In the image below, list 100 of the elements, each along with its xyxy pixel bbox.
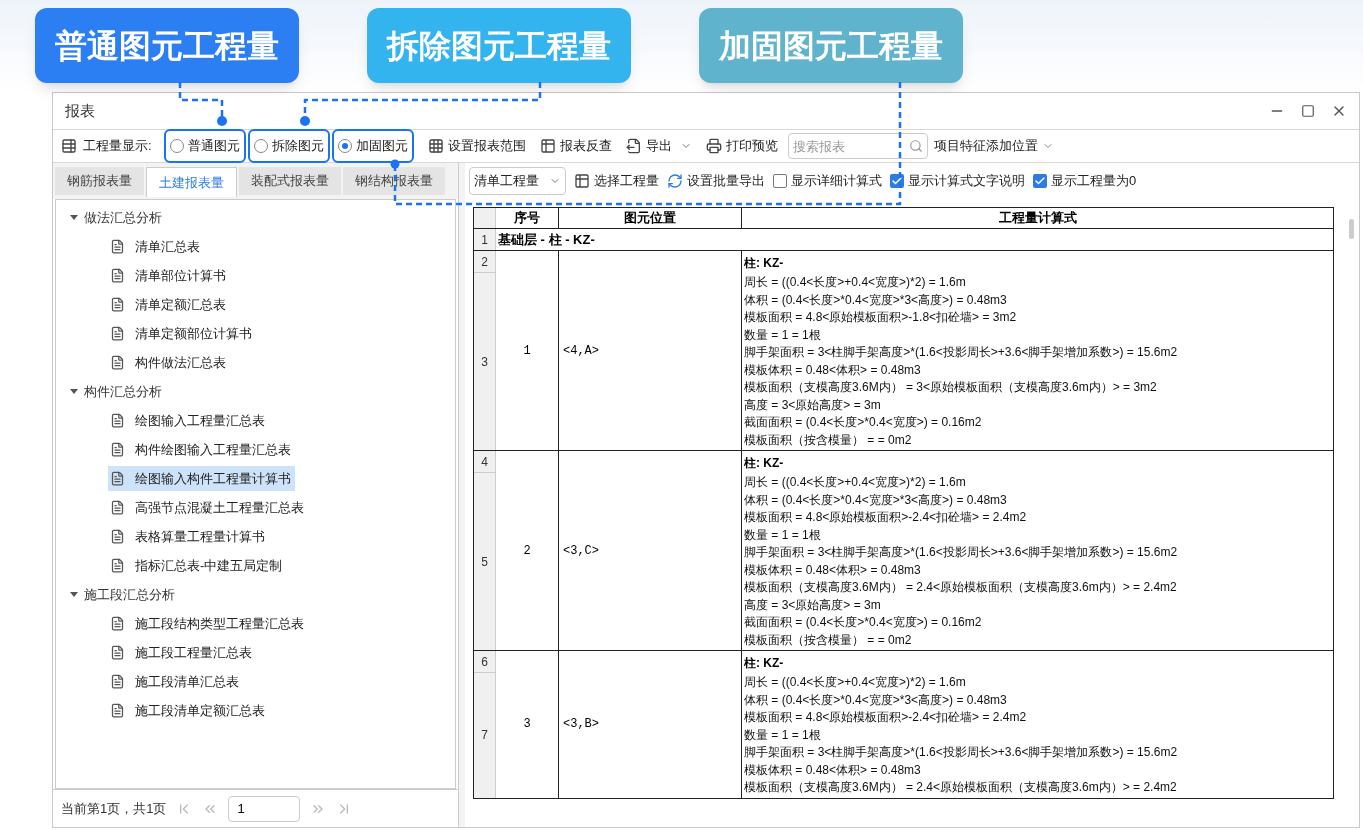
search-icon (908, 139, 923, 153)
formula-line: 体积 = (0.4<长度>*0.4<宽度>*3<高度>) = 0.48m3 (744, 491, 1008, 509)
document-icon (110, 239, 125, 254)
document-icon (110, 645, 125, 660)
tree-item[interactable]: 构件绘图输入工程量汇总表 (108, 437, 295, 462)
checkbox[interactable]: 显示计算式文字说明 (890, 171, 1025, 191)
document-icon (110, 326, 125, 341)
position-dropdown[interactable]: 项目特征添加位置 (933, 136, 1054, 156)
quantity-select[interactable]: 清单工程量 (469, 167, 566, 195)
formula-line: 脚手架面积 = 3<柱脚手架高度>*(1.6<投影周长>+3.6<脚手架增加系数>) = 15.6m2 (744, 344, 1179, 361)
column-header: 序号 (496, 208, 559, 228)
printer-icon (705, 138, 722, 154)
table-cell: 2 (496, 451, 559, 650)
connector-line (178, 82, 227, 126)
tree-item[interactable]: 清单定额汇总表 (108, 292, 230, 317)
page-info: 当前第1页，共1页 (61, 799, 167, 818)
formula-title: 柱: KZ- (744, 655, 785, 672)
formula-line: 周长 = ((0.4<长度>+0.4<宽度>)*2) = 1.6m (744, 474, 967, 491)
tab[interactable]: 钢筋报表量 (55, 167, 144, 195)
group-row-title: 基础层 - 柱 - KZ- (497, 230, 596, 249)
tree-item[interactable]: 绘图输入构件工程量计算书 (108, 466, 295, 491)
row-number: 6 (474, 651, 495, 673)
formula-line: 模板面积 = 4.8<原始模板面积>-1.8<扣砼墙> = 3m2 (744, 309, 1018, 326)
formula-line: 模板面积（支模高度3.6M内） = 2.4<原始模板面积（支模高度3.6m内）> = 2.4m2 (744, 779, 1178, 796)
search-field[interactable]: 搜索报表 (787, 133, 928, 159)
toolbar-button[interactable]: 设置批量导出 (667, 171, 765, 191)
tree-item[interactable]: 高强节点混凝土工程量汇总表 (108, 495, 308, 520)
table-cell: 1 (496, 251, 559, 450)
tab[interactable]: 装配式报表量 (239, 167, 341, 195)
row-number: 4 (474, 451, 495, 473)
page-field[interactable]: 1 (228, 795, 301, 822)
formula-line: 模板面积 = 4.8<原始模板面积>-2.4<扣砼墙> = 2.4m2 (744, 509, 1028, 526)
toolbar-button[interactable]: 报表反查 (539, 136, 612, 156)
formula-line: 脚手架面积 = 3<柱脚手架高度>*(1.6<投影周长>+3.6<脚手架增加系数>) = 15.6m2 (744, 544, 1179, 561)
tree-item[interactable]: 施工段工程量汇总表 (108, 640, 256, 665)
document-icon (110, 529, 125, 544)
radio-button[interactable]: 拆除图元 (253, 136, 324, 156)
tree-item[interactable]: 清单部位计算书 (108, 263, 230, 288)
row-number: 7 (480, 727, 489, 745)
checkbox[interactable]: 显示详细计算式 (773, 171, 882, 191)
tree-group[interactable]: 施工段汇总分析 (56, 580, 455, 609)
formula-line: 模板面积（按含模量） = = 0m2 (744, 431, 913, 449)
formula-line: 脚手架面积 = 3<柱脚手架高度>*(1.6<投影周长>+3.6<脚手架增加系数>) = 15.6m2 (744, 744, 1179, 761)
formula-line: 截面面积 = (0.4<长度>*0.4<宽度>) = 0.16m2 (744, 614, 983, 631)
formula-line: 数量 = 1 = 1根 (744, 326, 822, 344)
document-icon (110, 297, 125, 312)
formula-line: 体积 = (0.4<长度>*0.4<宽度>*3<高度>) = 0.48m3 (744, 691, 1008, 709)
toolbar-button[interactable]: 打印预览 (705, 136, 778, 156)
tree-item[interactable]: 施工段结构类型工程量汇总表 (108, 611, 308, 636)
document-icon (110, 268, 125, 283)
tree-item[interactable]: 绘图输入工程量汇总表 (108, 408, 269, 433)
formula-line: 周长 = ((0.4<长度>+0.4<宽度>)*2) = 1.6m (744, 674, 967, 691)
scrollbar-thumb[interactable] (1348, 219, 1354, 239)
tree-item[interactable]: 清单汇总表 (108, 234, 204, 259)
formula-line: 体积 = (0.4<长度>*0.4<宽度>*3<高度>) = 0.48m3 (744, 291, 1008, 309)
document-icon (110, 500, 125, 515)
export-icon (625, 138, 642, 154)
header-corner (474, 208, 496, 228)
formula-line: 周长 = ((0.4<长度>+0.4<宽度>)*2) = 1.6m (744, 274, 967, 291)
checkbox[interactable]: 显示工程量为0 (1033, 171, 1137, 191)
grid-icon (427, 138, 444, 154)
radio-button[interactable]: 普通图元 (169, 136, 240, 156)
row-number: 2 (474, 251, 495, 273)
formula-line: 高度 = 3<原始高度> = 3m (744, 596, 882, 614)
document-icon (110, 471, 125, 486)
tree-item[interactable]: 指标汇总表-中建五局定制 (108, 553, 287, 578)
toolbar-button[interactable]: 选择工程量 (574, 171, 659, 191)
row-number: 1 (474, 229, 496, 250)
table-cell: <3,C> (559, 451, 742, 650)
tree-group[interactable]: 构件汇总分析 (56, 377, 455, 406)
document-icon (110, 674, 125, 689)
table-cell: <4,A> (559, 251, 742, 450)
table-cell: <3,B> (559, 651, 742, 798)
document-icon (110, 355, 125, 370)
maximize-icon[interactable] (1301, 104, 1315, 118)
table-cell: 3 (496, 651, 559, 798)
formula-line: 模板面积（支模高度3.6M内） = 2.4<原始模板面积（支模高度3.6m内）> = 2.4m2 (744, 579, 1178, 596)
tree-item[interactable]: 施工段清单汇总表 (108, 669, 243, 694)
formula-line: 模板面积 = 4.8<原始模板面积>-2.4<扣砼墙> = 2.4m2 (744, 709, 1028, 726)
formula-line: 模板体积 = 0.48<体积> = 0.48m3 (744, 361, 922, 379)
callout-label: 加固图元工程量 (699, 8, 963, 83)
tree-item[interactable]: 施工段清单定额汇总表 (108, 698, 269, 723)
document-icon (110, 413, 125, 428)
table-icon (574, 173, 590, 189)
document-icon (110, 442, 125, 457)
document-icon (110, 616, 125, 631)
formula-line: 模板体积 = 0.48<体积> = 0.48m3 (744, 561, 922, 579)
toolbar-button[interactable]: 设置报表范围 (427, 136, 526, 156)
document-icon (110, 703, 125, 718)
radio-button[interactable]: 加固图元 (337, 136, 408, 156)
tree-item[interactable]: 表格算量工程量计算书 (108, 524, 269, 549)
tab[interactable]: 土建报表量 (146, 167, 237, 197)
tree-group[interactable]: 做法汇总分析 (56, 203, 455, 232)
document-icon (110, 558, 125, 573)
formula-title: 柱: KZ- (744, 455, 785, 472)
window-title: 报表 (65, 100, 95, 121)
formula-line: 模板面积（支模高度3.6M内） = 3<原始模板面积（支模高度3.6m内）> = 3m2 (744, 379, 1158, 396)
tree-item[interactable]: 清单定额部位计算书 (108, 321, 256, 346)
toolbar-button[interactable]: 导出 (625, 136, 692, 156)
tree-item[interactable]: 构件做法汇总表 (108, 350, 230, 375)
